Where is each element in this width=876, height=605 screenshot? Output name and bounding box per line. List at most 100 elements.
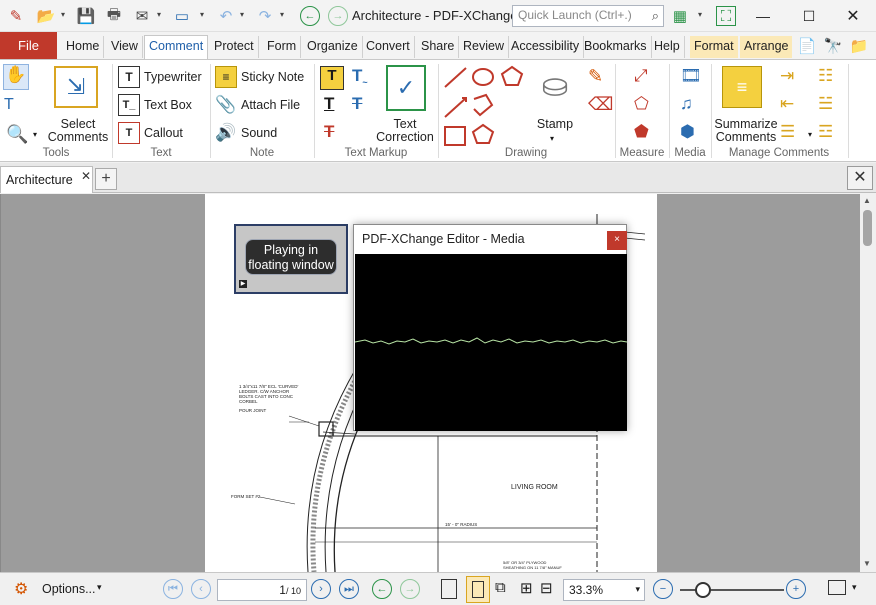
customize-icon[interactable]: ▦ bbox=[670, 6, 690, 26]
scan-dropdown-icon[interactable]: ▾ bbox=[200, 10, 204, 19]
stamp-button[interactable]: Stamp bbox=[528, 118, 582, 131]
back-icon[interactable]: ← bbox=[300, 6, 320, 26]
nav-back-button[interactable]: ← bbox=[372, 579, 392, 599]
tab-share[interactable]: Share bbox=[417, 36, 460, 58]
scan-icon[interactable]: ▭ bbox=[172, 6, 192, 26]
email-icon[interactable]: ✉ bbox=[132, 6, 152, 26]
underline-text-icon[interactable]: T bbox=[324, 94, 334, 114]
audio-icon[interactable]: ♫ bbox=[680, 94, 693, 114]
zoom-in-button[interactable]: + bbox=[786, 579, 806, 599]
show-comments-icon[interactable]: ☷ bbox=[818, 66, 833, 86]
tab-protect[interactable]: Protect bbox=[210, 36, 259, 58]
stamp-dropdown-icon[interactable]: ▾ bbox=[550, 134, 554, 143]
strikeout-text-icon[interactable]: T bbox=[352, 94, 362, 114]
zoom-tool-icon[interactable]: 🔍 bbox=[6, 124, 28, 145]
3d-model-icon[interactable]: ⬢ bbox=[680, 122, 695, 142]
scrollbar-thumb[interactable] bbox=[863, 210, 872, 246]
ribbon-doc-icon[interactable]: 📄 bbox=[797, 36, 817, 56]
eraser-icon[interactable]: ⌫ bbox=[588, 94, 613, 115]
zoom-dropdown-icon[interactable]: ▾ bbox=[635, 584, 640, 595]
polygon-icon[interactable] bbox=[500, 65, 524, 86]
summarize-comments-icon[interactable]: ≡ bbox=[722, 66, 762, 108]
highlight-text-icon[interactable]: T bbox=[320, 66, 344, 90]
select-comments-button[interactable]: Select Comments bbox=[46, 118, 110, 144]
search-icon[interactable]: ⌕ bbox=[652, 8, 659, 24]
save-icon[interactable]: 💾 bbox=[76, 6, 96, 26]
squiggly-text-icon[interactable]: T~ bbox=[352, 66, 368, 87]
customize-dropdown-icon[interactable]: ▾ bbox=[698, 10, 702, 19]
perimeter-icon[interactable]: ⬠ bbox=[634, 94, 649, 114]
tab-arrange[interactable]: Arrange bbox=[740, 36, 793, 58]
first-page-button[interactable]: ⏮ bbox=[163, 579, 183, 599]
typewriter-button[interactable]: T Typewriter bbox=[118, 66, 202, 88]
redo-icon[interactable]: ↷ bbox=[255, 6, 275, 26]
tab-format[interactable]: Format bbox=[690, 36, 738, 58]
fullscreen-icon[interactable]: ⛶ bbox=[716, 6, 736, 26]
hand-tool-icon[interactable]: ✋ bbox=[3, 64, 29, 90]
media-playing-button[interactable]: Playing in floating window bbox=[245, 239, 337, 275]
zoom-slider-thumb[interactable] bbox=[695, 582, 711, 598]
distance-icon[interactable]: ⤢ bbox=[634, 66, 648, 86]
print-icon[interactable]: 🖶 bbox=[104, 6, 124, 26]
last-page-button[interactable]: ⏭ bbox=[339, 579, 359, 599]
polyline-icon[interactable] bbox=[473, 93, 494, 117]
open-dropdown-icon[interactable]: ▾ bbox=[61, 10, 65, 19]
media-window[interactable]: PDF-XChange Editor - Media × bbox=[353, 224, 628, 431]
import-comments-icon[interactable]: ⇥ bbox=[780, 66, 794, 86]
area-icon[interactable]: ⬟ bbox=[634, 122, 649, 142]
flatten-comments-icon[interactable]: ☲ bbox=[818, 122, 833, 142]
tab-file[interactable]: File bbox=[0, 32, 57, 59]
document-tab[interactable]: Architecture ✕ bbox=[0, 166, 93, 193]
comment-styles-dropdown-icon[interactable]: ▾ bbox=[808, 130, 812, 139]
sound-button[interactable]: 🔊 Sound bbox=[215, 122, 277, 144]
options-dropdown-icon[interactable]: ▾ bbox=[97, 582, 102, 593]
stamp-icon[interactable]: ⛀ bbox=[534, 66, 576, 114]
comments-list-icon[interactable]: ☱ bbox=[818, 94, 833, 114]
pencil-icon[interactable]: ✎ bbox=[588, 66, 603, 87]
text-correction-button[interactable]: Text Correction bbox=[372, 118, 438, 144]
view-dropdown-icon[interactable]: ▾ bbox=[852, 582, 857, 593]
tab-form[interactable]: Form bbox=[263, 36, 302, 58]
forward-icon[interactable]: → bbox=[328, 6, 348, 26]
zoom-out-button[interactable]: − bbox=[653, 579, 673, 599]
oval-icon[interactable] bbox=[472, 68, 494, 86]
facing-pages-icon[interactable]: ⧉ bbox=[495, 579, 506, 596]
tab-bookmarks[interactable]: Bookmarks bbox=[580, 36, 652, 58]
replace-text-icon[interactable]: T bbox=[324, 122, 334, 142]
ribbon-folder-icon[interactable]: 📁 bbox=[849, 36, 869, 56]
attach-file-button[interactable]: 📎 Attach File bbox=[215, 94, 300, 116]
page-number-input[interactable]: 1/ 10 bbox=[217, 579, 307, 601]
export-comments-icon[interactable]: ⇤ bbox=[780, 94, 794, 114]
ribbon-find-icon[interactable]: 🔭 bbox=[823, 36, 843, 56]
tab-accessibility[interactable]: Accessibility bbox=[507, 36, 585, 58]
tab-organize[interactable]: Organize bbox=[303, 36, 363, 58]
text-correction-icon[interactable]: ✓ bbox=[386, 65, 426, 111]
comment-styles-icon[interactable]: ☰ bbox=[780, 122, 795, 142]
new-tab-button[interactable]: + bbox=[95, 168, 117, 190]
quick-launch-input[interactable]: Quick Launch (Ctrl+.) ⌕ bbox=[512, 5, 664, 27]
facing-continuous-icon[interactable]: ⊞ bbox=[520, 579, 533, 597]
nav-forward-button[interactable]: → bbox=[400, 579, 420, 599]
tab-comment[interactable]: Comment bbox=[144, 35, 209, 60]
tab-review[interactable]: Review bbox=[459, 36, 509, 58]
video-icon[interactable]: 🎞 bbox=[680, 66, 702, 86]
email-dropdown-icon[interactable]: ▾ bbox=[157, 10, 161, 19]
scroll-up-icon[interactable]: ▲ bbox=[863, 196, 871, 205]
zoom-dropdown-icon[interactable]: ▾ bbox=[33, 130, 37, 139]
tab-convert[interactable]: Convert bbox=[362, 36, 415, 58]
redo-dropdown-icon[interactable]: ▾ bbox=[280, 10, 284, 19]
cloud-icon[interactable] bbox=[471, 123, 495, 144]
single-page-icon[interactable] bbox=[441, 579, 457, 599]
undo-dropdown-icon[interactable]: ▾ bbox=[240, 10, 244, 19]
close-document-button[interactable]: ✕ bbox=[847, 166, 873, 190]
media-video-area[interactable] bbox=[354, 254, 628, 431]
fullscreen-view-icon[interactable] bbox=[828, 580, 846, 595]
tab-view[interactable]: View bbox=[107, 36, 143, 58]
continuous-page-button[interactable] bbox=[466, 576, 490, 603]
tab-help[interactable]: Help bbox=[650, 36, 685, 58]
minimize-button[interactable]: — bbox=[740, 0, 786, 32]
maximize-button[interactable]: ☐ bbox=[786, 0, 832, 32]
line-icon[interactable] bbox=[444, 67, 467, 88]
zoom-level-select[interactable]: 33.3% ▾ bbox=[563, 579, 645, 601]
options-gear-icon[interactable]: ⚙ bbox=[14, 579, 28, 599]
